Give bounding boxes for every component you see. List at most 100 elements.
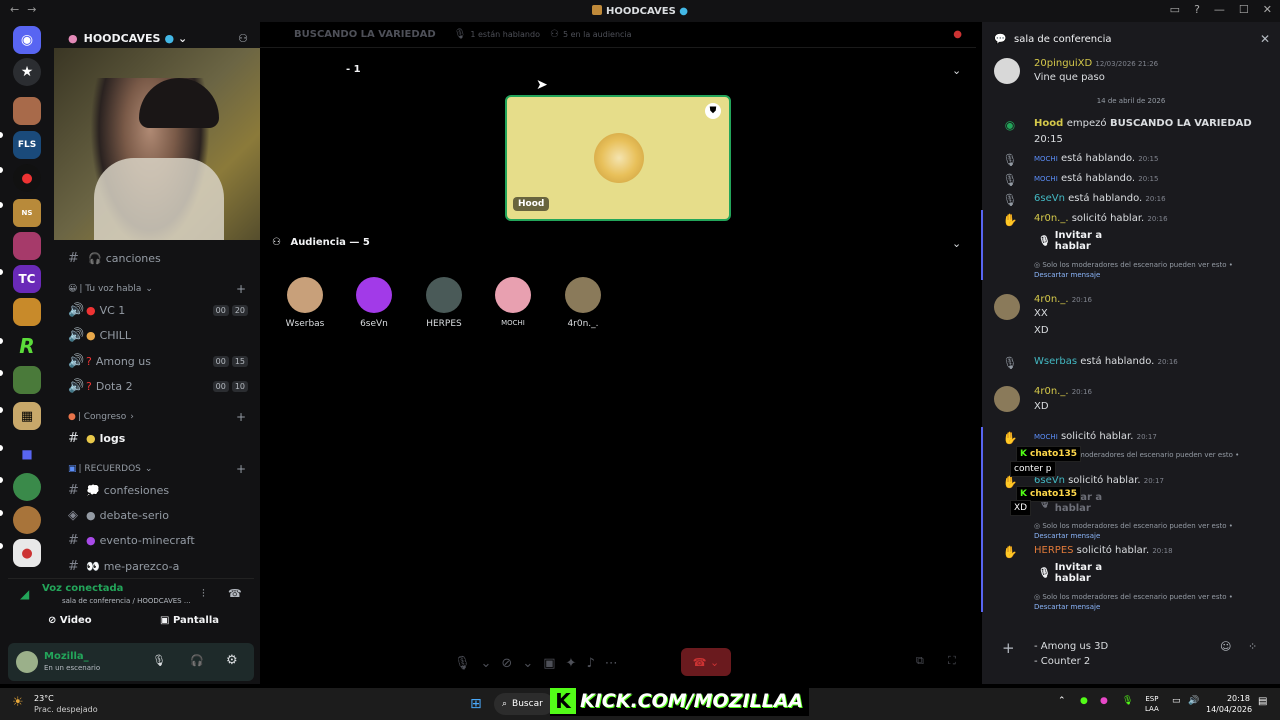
add-member-icon[interactable]: ⚇ <box>238 32 248 45</box>
notification-icon[interactable]: ▤ <box>1258 696 1267 707</box>
screen-share-button[interactable]: ▣ Pantalla <box>160 615 219 626</box>
server-icon[interactable]: ● <box>13 164 41 192</box>
channel-logs[interactable]: # ● logs <box>54 426 260 450</box>
invite-to-speak-button[interactable]: 🎙Invitar a hablar <box>1038 230 1138 252</box>
chevron-up-icon[interactable]: ⌃ <box>1058 696 1066 706</box>
server-icon[interactable]: ▦ <box>13 402 41 430</box>
tray-icon[interactable]: ● <box>1080 696 1088 706</box>
network-icon[interactable]: ▭ <box>1172 696 1181 706</box>
server-icon[interactable]: ● <box>13 539 41 567</box>
emoji-icon: ● <box>86 508 96 522</box>
badge: 10 <box>231 380 248 392</box>
noise-suppression-icon[interactable]: ⫶ <box>202 587 205 601</box>
voice-channel-chill[interactable]: 🔊 ● CHILL <box>54 323 260 347</box>
help-icon[interactable]: ? <box>1194 3 1200 16</box>
hand-icon: ✋ <box>1002 213 1018 227</box>
mic-icon[interactable]: 🎙 <box>454 656 471 671</box>
hashtag-icon: # <box>68 482 79 498</box>
tray-icon[interactable]: ● <box>1100 696 1108 706</box>
emoji-icon: ● <box>86 533 96 547</box>
more-icon[interactable]: ⋯ <box>605 656 618 671</box>
screen-share-icon[interactable]: ▣ <box>543 656 555 671</box>
maximize-icon[interactable]: ☐ <box>1239 3 1249 16</box>
server-icon[interactable]: NS <box>13 199 41 227</box>
camera-off-icon[interactable]: ⊘ <box>501 656 512 671</box>
clock[interactable]: 20:18 14/04/2026 <box>1206 693 1252 715</box>
add-channel-icon[interactable]: + <box>236 410 246 424</box>
avatar[interactable] <box>994 58 1020 84</box>
audience-member[interactable]: HERPES <box>414 277 474 329</box>
category-recuerdos[interactable]: ▣ | RECUERDOS ⌄ + <box>54 460 260 478</box>
message-composer[interactable]: + - Among us 3D - Counter 2 ☺ ⁘ <box>982 630 1280 680</box>
channel-debate-serio[interactable]: ◈ ● debate-serio <box>54 503 260 527</box>
chevron-down-icon[interactable]: ⌄ <box>952 237 961 250</box>
apps-icon[interactable]: ⁘ <box>1248 640 1257 653</box>
channel-canciones[interactable]: # 🎧 canciones <box>54 246 260 270</box>
avatar[interactable] <box>994 294 1020 320</box>
category-congreso[interactable]: ● | Congreso › + <box>54 408 260 426</box>
disconnect-icon[interactable]: ☎ <box>228 587 242 600</box>
server-icon[interactable] <box>13 473 41 501</box>
avatar <box>426 277 462 313</box>
chevron-down-icon[interactable]: ⌄ <box>952 64 961 77</box>
microphone-icon[interactable]: 🎙 <box>152 654 166 667</box>
avatar[interactable] <box>994 386 1020 412</box>
inbox-icon[interactable]: ▭ <box>1170 3 1180 16</box>
server-icon[interactable]: TC <box>13 265 41 293</box>
minimize-icon[interactable]: — <box>1214 3 1225 16</box>
headphones-icon[interactable]: 🎧 <box>190 654 204 667</box>
audience-member[interactable]: 4r0n._. <box>553 277 613 329</box>
category-tu-voz-habla[interactable]: 😀 | Tu voz habla ⌄ + <box>54 280 260 298</box>
folder-icon[interactable]: ■ <box>13 440 41 468</box>
language-indicator[interactable]: ESP LAA <box>1145 694 1159 714</box>
add-channel-icon[interactable]: + <box>236 462 246 476</box>
activity-icon[interactable]: ✦ <box>566 656 577 671</box>
invite-to-speak-button[interactable]: 🎙Invitar a hablar <box>1038 562 1138 584</box>
close-icon[interactable]: ✕ <box>1263 3 1272 16</box>
date-divider: 14 de abril de 2026 <box>1096 97 1166 105</box>
fullscreen-icon[interactable]: ⛶ <box>948 654 956 668</box>
channel-confesiones[interactable]: # 💭 confesiones <box>54 478 260 502</box>
add-attachment-icon[interactable]: + <box>1002 639 1015 657</box>
moderator-note: ◎ Solo los moderadores del escenario pue… <box>1034 522 1233 540</box>
dismiss-link[interactable]: Descartar mensaje <box>1034 271 1100 279</box>
channel-me-parezco-a[interactable]: # 👀 me-parezco-a <box>54 554 260 578</box>
voice-channel-among-us[interactable]: 🔊 ? Among us 00 15 <box>54 349 260 373</box>
server-icon[interactable] <box>13 506 41 534</box>
leave-button[interactable]: ☎ ⌄ <box>681 648 731 676</box>
popout-icon[interactable]: ⧉ <box>916 654 924 668</box>
audience-member[interactable]: 6seVn <box>344 277 404 329</box>
voice-location[interactable]: sala de conferencia / HOODCAVES ... <box>62 597 191 605</box>
soundboard-icon[interactable]: ♪ <box>586 656 594 671</box>
server-icon[interactable] <box>13 366 41 394</box>
windows-start-icon[interactable]: ⊞ <box>470 696 482 712</box>
server-icon[interactable] <box>13 298 41 326</box>
voice-channel-vc1[interactable]: 🔊 ● VC 1 00 20 <box>54 298 260 322</box>
dismiss-link[interactable]: Descartar mensaje <box>1034 532 1100 540</box>
speaker-tile[interactable]: ⛊ Hood <box>505 95 731 221</box>
channel-evento-minecraft[interactable]: # ● evento-minecraft <box>54 528 260 552</box>
dismiss-link[interactable]: Descartar mensaje <box>1034 603 1100 611</box>
video-button[interactable]: ⊘ Video <box>48 615 92 626</box>
server-icon[interactable]: R <box>13 332 41 360</box>
add-channel-icon[interactable]: + <box>236 282 246 296</box>
star-icon[interactable]: ★ <box>13 58 41 86</box>
server-icon[interactable] <box>13 97 41 125</box>
audience-member[interactable]: Wserbas <box>275 277 335 329</box>
avatar[interactable] <box>16 651 38 673</box>
server-icon[interactable] <box>13 232 41 260</box>
emoji-picker-icon[interactable]: ☺ <box>1220 640 1231 653</box>
chat-title: sala de conferencia <box>1014 33 1112 45</box>
speaker-lock-icon: 🔊 <box>68 378 85 394</box>
audience-member[interactable]: MOCHI <box>483 277 543 327</box>
volume-icon[interactable]: 🔊 <box>1188 696 1199 706</box>
server-icon[interactable]: FLS <box>13 131 41 159</box>
voice-channel-dota2[interactable]: 🔊 ? Dota 2 00 10 <box>54 374 260 398</box>
close-icon[interactable]: ✕ <box>1260 32 1270 46</box>
search-box[interactable]: ⌕ Buscar <box>494 693 554 715</box>
discord-home-icon[interactable]: ◉ <box>13 26 41 54</box>
stage-settings-icon[interactable]: ● <box>953 29 962 40</box>
mic-icon[interactable]: 🎙 <box>1122 696 1133 706</box>
server-badge-icon: ● <box>68 31 78 45</box>
gear-icon[interactable]: ⚙ <box>226 653 238 668</box>
